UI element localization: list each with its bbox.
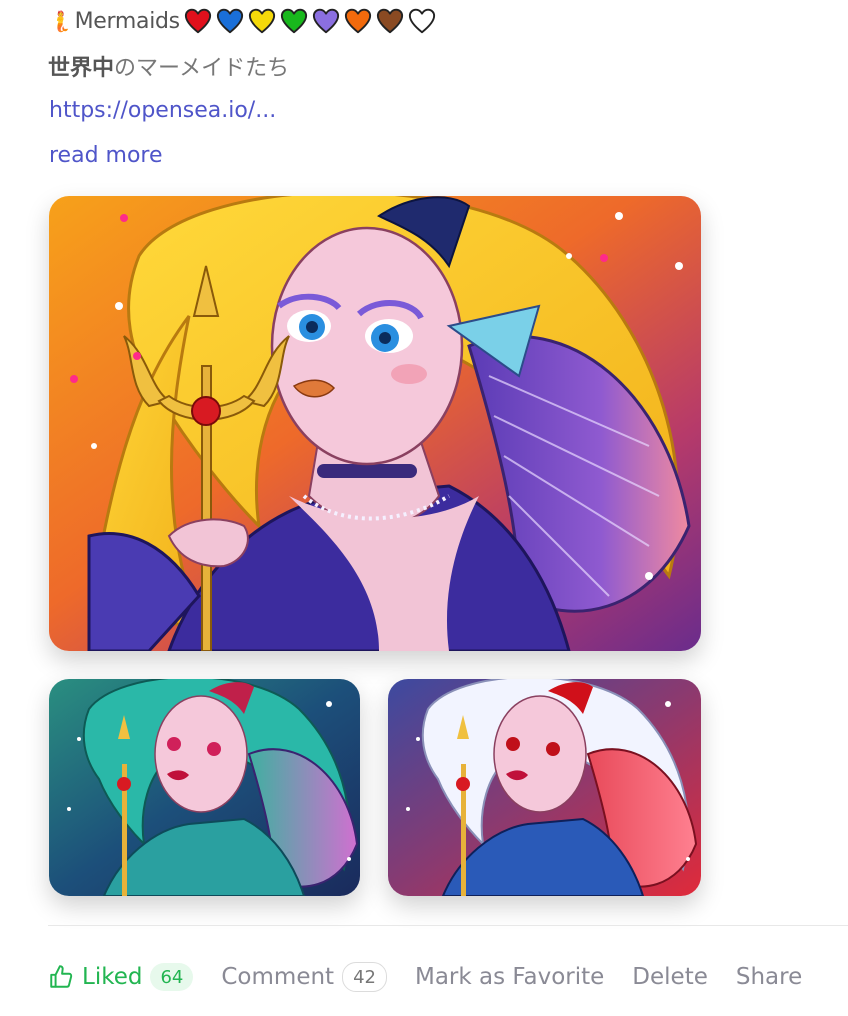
mermaid-illustration-teal [49,679,360,896]
blue-heart-icon [214,4,246,38]
post-actions: Liked 64 Comment 42 Mark as Favorite Del… [48,956,830,998]
mermaid-illustration-white [388,679,701,896]
mermaid-emoji-icon: 🧜 [48,9,73,33]
red-heart-icon [182,4,214,38]
divider [48,925,848,926]
post-subtitle: 世界中のマーメイドたち [48,50,289,82]
post-title: 🧜 Mermaids [48,4,438,38]
like-count-badge: 64 [150,963,194,991]
opensea-link[interactable]: https://opensea.io/... [49,98,276,123]
purple-heart-icon [310,4,342,38]
thumbs-up-icon [50,965,73,988]
main-image[interactable] [49,196,701,651]
green-heart-icon [278,4,310,38]
thumbnail-image-teal[interactable] [49,679,360,896]
brown-heart-icon [374,4,406,38]
white-heart-icon [406,4,438,38]
mermaid-illustration-main [49,196,701,651]
yellow-heart-icon [246,4,278,38]
delete-button[interactable]: Delete [632,964,708,990]
read-more-link[interactable]: read more [49,143,163,168]
orange-heart-icon [342,4,374,38]
comment-count-badge: 42 [342,962,387,992]
comment-label: Comment [221,964,335,990]
like-label: Liked [82,964,143,990]
thumbnail-image-white[interactable] [388,679,701,896]
post-title-text: Mermaids [74,8,181,34]
subtitle-bold: 世界中 [48,56,115,81]
subtitle-rest: のマーメイドたち [114,56,290,81]
comment-button[interactable]: Comment 42 [221,962,387,992]
like-button[interactable]: Liked 64 [48,963,194,991]
mark-favorite-button[interactable]: Mark as Favorite [415,964,604,990]
hearts-row [182,4,438,38]
share-button[interactable]: Share [736,964,802,990]
